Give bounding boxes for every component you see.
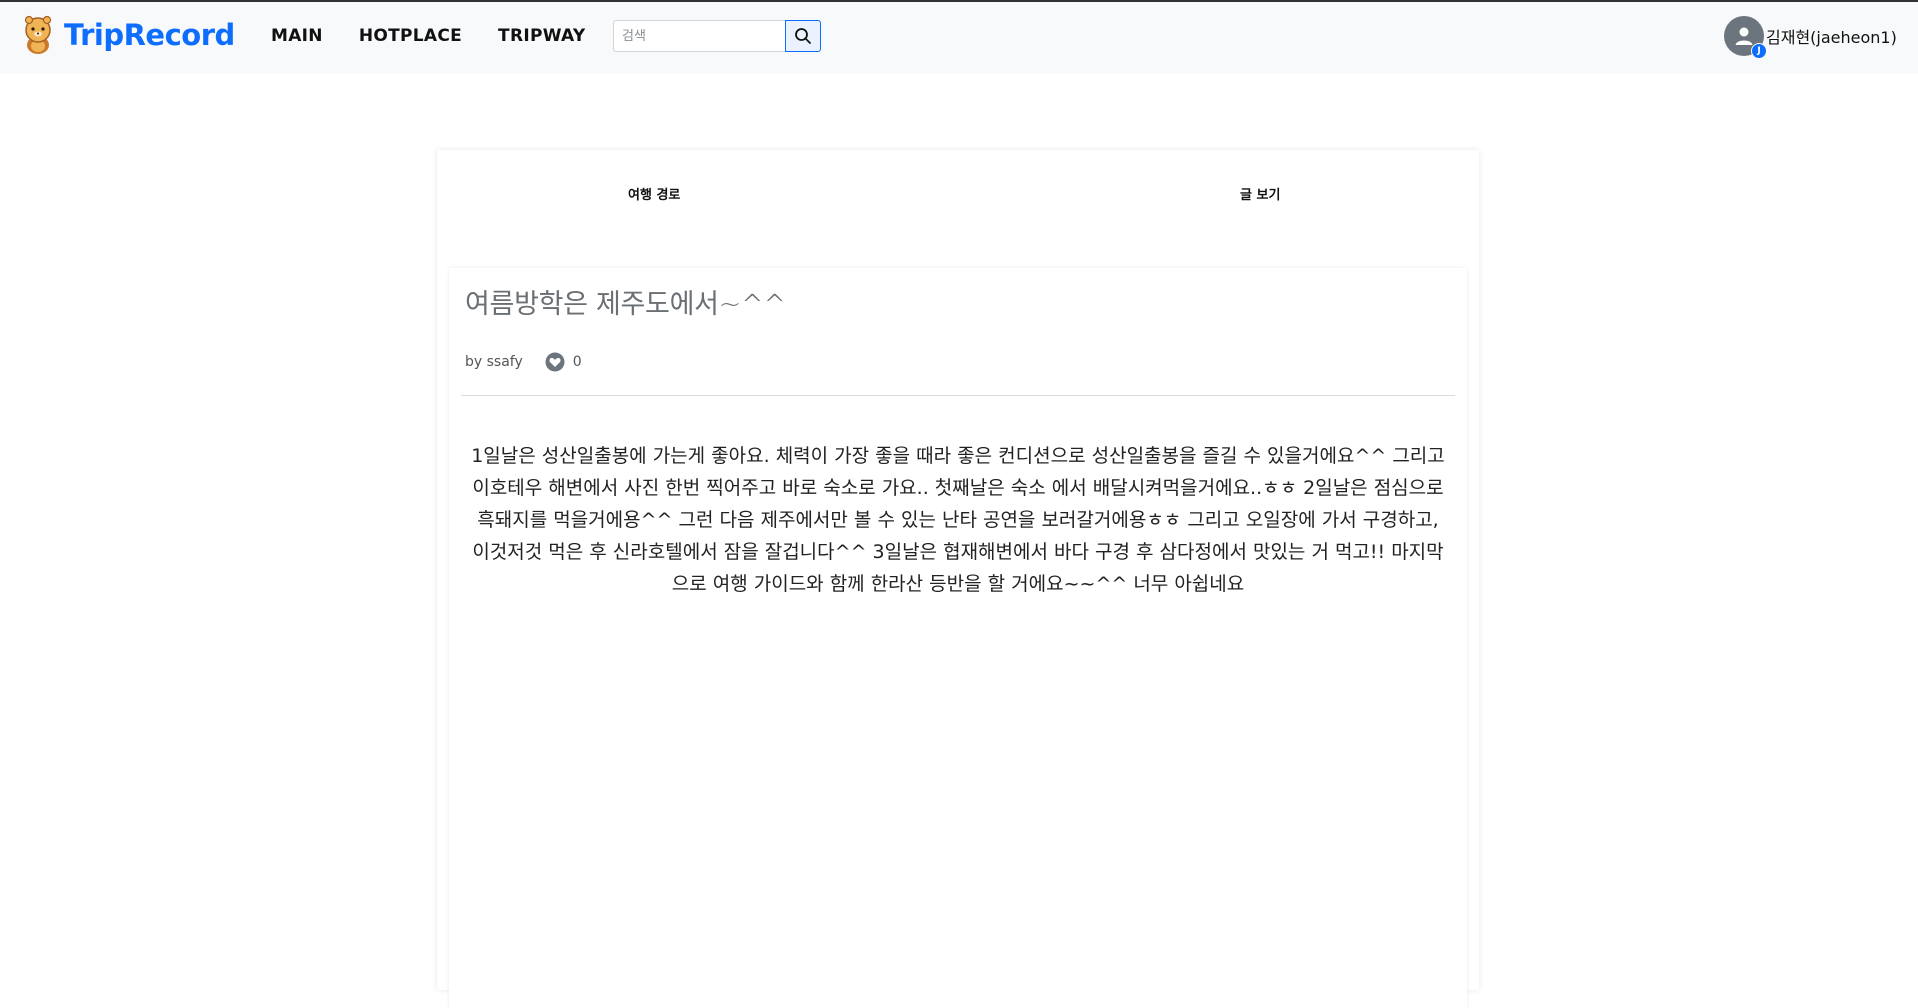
username[interactable]: 김재현(jaeheon1) — [1766, 24, 1897, 48]
tab-route[interactable]: 여행 경로 — [628, 184, 680, 203]
tab-post[interactable]: 글 보기 — [1240, 184, 1280, 203]
heart-icon — [545, 352, 565, 372]
user-avatar-icon — [1735, 27, 1753, 45]
search-button[interactable] — [785, 20, 821, 52]
like-count: 0 — [572, 354, 582, 370]
search-form — [613, 20, 821, 52]
navbar: TripRecord MAIN HOTPLACE TRIPWAY J 김재현(j… — [0, 2, 1918, 74]
post-panel: 여름방학은 제주도에서~^^ by ssafy 0 1일날은 성산일출봉에 가는… — [449, 268, 1467, 1008]
avatar[interactable]: J — [1724, 16, 1767, 59]
post-content: 1일날은 성산일출봉에 가는게 좋아요. 체력이 가장 좋을 때라 좋은 컨디션… — [471, 445, 1445, 595]
like-button[interactable]: 0 — [545, 352, 582, 372]
search-icon — [795, 28, 811, 44]
nav-tripway[interactable]: TRIPWAY — [498, 26, 585, 46]
user-menu[interactable]: J 김재현(jaeheon1) — [1724, 16, 1897, 59]
logo-mascot-icon — [24, 15, 52, 54]
nav-main[interactable]: MAIN — [271, 26, 323, 46]
post-author: by ssafy — [465, 354, 523, 370]
avatar-badge: J — [1751, 43, 1767, 59]
brand-link[interactable]: TripRecord — [20, 15, 235, 55]
post-card: 여행 경로 글 보기 여름방학은 제주도에서~^^ by ssafy 0 1일날… — [437, 150, 1479, 1008]
divider — [461, 395, 1455, 396]
nav-links: MAIN HOTPLACE TRIPWAY — [271, 26, 585, 46]
post-meta: by ssafy 0 — [465, 352, 582, 372]
nav-hotplace[interactable]: HOTPLACE — [359, 26, 462, 46]
search-input[interactable] — [613, 20, 785, 52]
post-title: 여름방학은 제주도에서~^^ — [465, 289, 786, 320]
brand-text: TripRecord — [64, 18, 235, 52]
